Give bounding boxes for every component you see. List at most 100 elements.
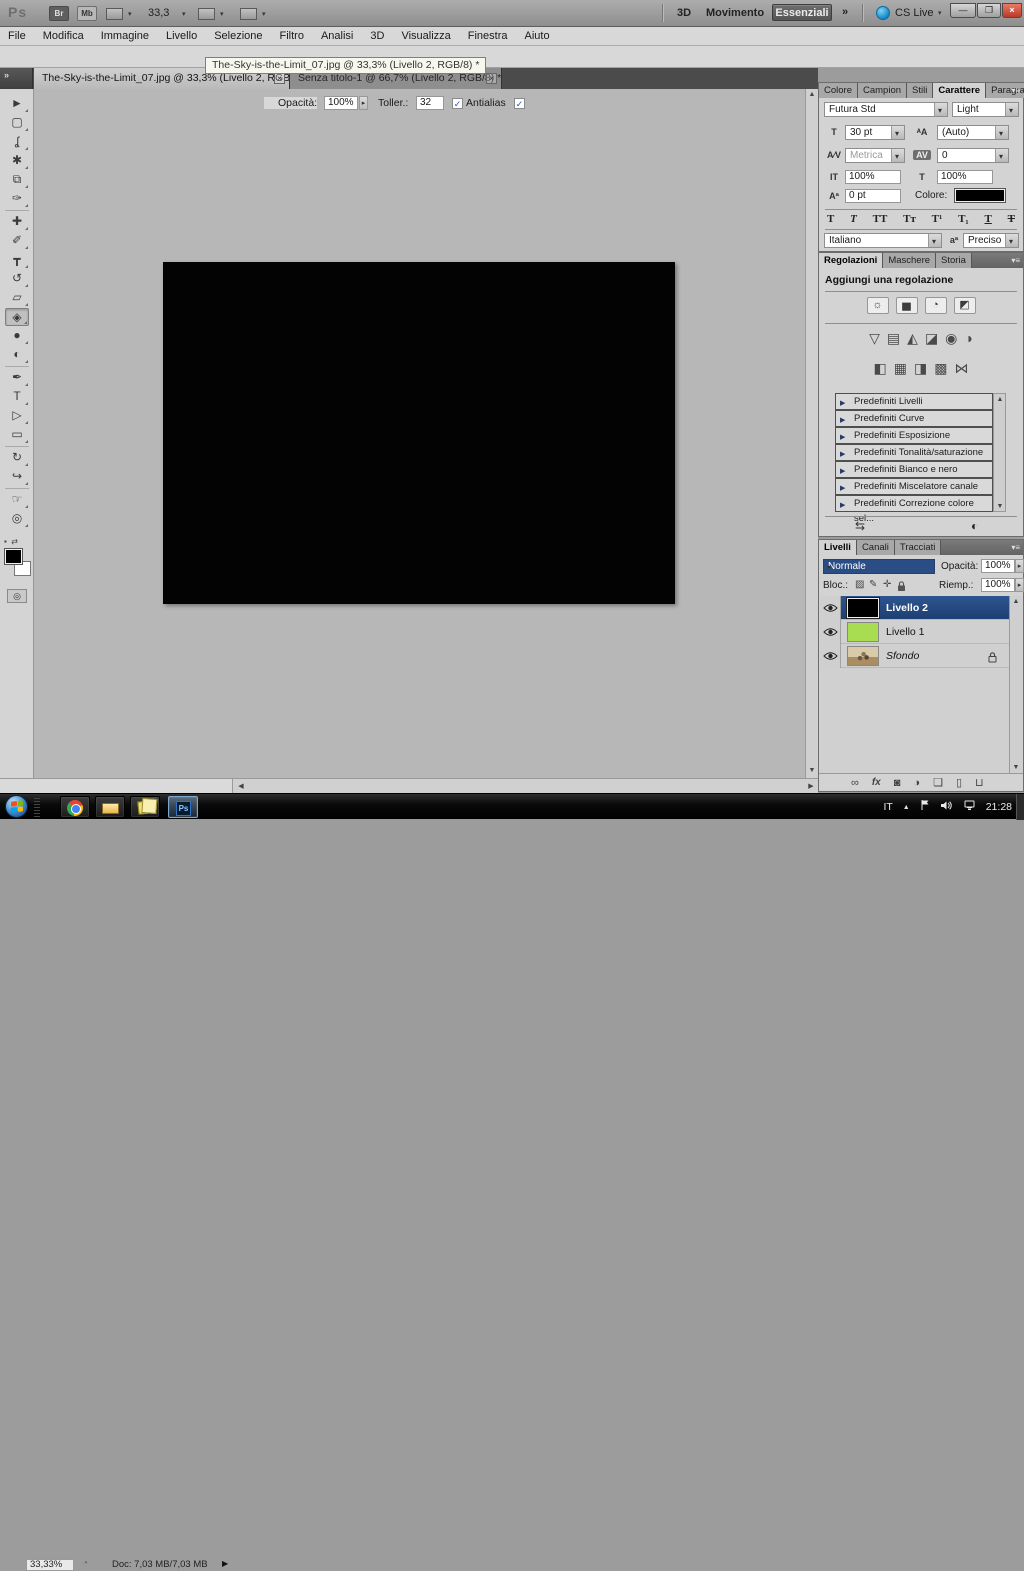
default-swap-colors[interactable]: ▪ ⇄ [4, 537, 30, 547]
workspace-movimento[interactable]: Movimento [706, 7, 764, 19]
layer-style-icon[interactable]: fx [872, 777, 881, 788]
scroll-left-icon[interactable]: ◀ [235, 781, 247, 793]
selective-color-icon[interactable]: ⋈ [954, 359, 968, 377]
dodge-tool[interactable]: ◐ [5, 346, 29, 364]
layer-row-sfondo[interactable]: Sfondo [820, 644, 1010, 668]
panel-menu-icon[interactable]: ▾≡ [1011, 543, 1020, 552]
curves-icon[interactable]: ◔ [925, 297, 947, 314]
clone-stamp-tool[interactable]: ┳ [5, 251, 29, 269]
action-center-flag-icon[interactable] [920, 798, 930, 816]
crop-tool[interactable]: ⧉ [5, 171, 29, 189]
menu-aiuto[interactable]: Aiuto [525, 30, 550, 42]
screen-mode-icon[interactable] [240, 8, 257, 20]
lock-paint-icon[interactable]: ✎ [869, 579, 877, 590]
roll-3d-tool[interactable]: ↪ [5, 468, 29, 486]
strikethrough-button[interactable]: T [1008, 213, 1015, 225]
layers-scrollbar[interactable]: ▲ ▼ [1009, 596, 1023, 774]
chevron-down-icon[interactable] [995, 149, 1008, 162]
kerning-select[interactable]: Metrica [845, 148, 905, 163]
vertical-scale-field[interactable]: 100% [845, 170, 901, 184]
chevron-down-icon[interactable] [1005, 234, 1018, 247]
workspace-overflow-button[interactable]: » [842, 6, 848, 18]
layers-opacity-spinner[interactable]: ▸ [1015, 559, 1024, 573]
contigui-checkbox[interactable]: ✓ [514, 98, 525, 109]
add-layer-mask-icon[interactable]: ◙ [894, 777, 901, 789]
menu-file[interactable]: File [8, 30, 26, 42]
hidden-icons-arrow-icon[interactable]: ▲ [903, 804, 910, 811]
eraser-tool[interactable]: ▱ [5, 289, 29, 307]
close-tab-icon[interactable]: × [274, 73, 285, 84]
zoom-tool[interactable]: ◎ [5, 510, 29, 528]
opacity-field[interactable]: 100% [324, 96, 358, 110]
antialias-checkbox[interactable]: ✓ [452, 98, 463, 109]
presets-scrollbar[interactable]: ▲ ▼ [993, 393, 1006, 512]
lock-position-icon[interactable]: ✛ [883, 579, 891, 590]
taskbar-chrome-button[interactable] [60, 796, 90, 818]
language-select[interactable]: Italiano [824, 233, 942, 248]
horizontal-scale-field[interactable]: 100% [937, 170, 993, 184]
horizontal-scrollbar[interactable]: ◀ ▶ [232, 778, 818, 793]
posterize-icon[interactable]: ▦ [894, 359, 907, 377]
threshold-icon[interactable]: ◨ [914, 359, 927, 377]
taskbar-photoshop-button[interactable]: Ps [168, 796, 198, 818]
brightness-contrast-icon[interactable]: ☼ [867, 297, 889, 314]
new-adjustment-layer-icon[interactable]: ◑ [913, 777, 920, 789]
tab-campioni[interactable]: Campion [858, 83, 907, 98]
clock[interactable]: 21:28 [986, 801, 1012, 813]
taskbar-notes-button[interactable] [130, 796, 160, 818]
pen-tool[interactable]: ✒ [5, 369, 29, 387]
opacity-spinner[interactable]: ▸ [359, 96, 368, 110]
panel-menu-icon[interactable]: ▾≡ [1011, 256, 1020, 265]
brush-tool[interactable]: ✐ [5, 232, 29, 250]
layer-thumbnail[interactable] [847, 646, 879, 666]
new-layer-icon[interactable]: ▯ [956, 776, 962, 789]
gradient-map-icon[interactable]: ▩ [934, 359, 947, 377]
faux-bold-button[interactable]: T [827, 213, 834, 225]
lock-all-icon[interactable] [897, 579, 906, 597]
arrange-arrow-icon[interactable]: ▾ [220, 10, 224, 18]
tracking-select[interactable]: 0 [937, 148, 1009, 163]
visibility-eye-icon[interactable] [820, 596, 841, 620]
shape-tool[interactable]: ▭ [5, 426, 29, 444]
layers-opacity-field[interactable]: 100% [981, 559, 1015, 573]
small-caps-button[interactable]: Tᴛ [903, 213, 916, 225]
cs-live-menu[interactable]: CS Live [895, 7, 934, 19]
exposure-icon[interactable]: ◩ [954, 297, 976, 314]
scroll-up-icon[interactable]: ▲ [806, 89, 818, 101]
delete-layer-icon[interactable]: ⊔ [975, 776, 984, 789]
view-extras-arrow-icon[interactable]: ▾ [128, 10, 132, 18]
menu-filtro[interactable]: Filtro [280, 30, 304, 42]
tab-maschere[interactable]: Maschere [883, 253, 936, 268]
type-tool[interactable]: T [5, 388, 29, 406]
tolerance-field[interactable]: 32 [416, 96, 444, 110]
invert-icon[interactable]: ◧ [874, 359, 887, 377]
lock-transparency-icon[interactable]: ▨ [855, 579, 864, 590]
status-menu-arrow-icon[interactable]: ▶ [222, 1559, 228, 1568]
preset-black-white[interactable]: Predefiniti Bianco e nero [835, 461, 993, 478]
scroll-down-icon[interactable]: ▼ [994, 501, 1006, 513]
anti-alias-select[interactable]: Preciso [963, 233, 1019, 248]
panel-menu-icon[interactable]: ▾≡ [1011, 86, 1020, 95]
vertical-scrollbar[interactable]: ▲ ▼ [805, 89, 818, 778]
paint-bucket-tool[interactable]: ◈ [5, 308, 29, 326]
eyedropper-tool[interactable]: ✑ [5, 190, 29, 208]
foreground-color-swatch[interactable] [5, 549, 22, 564]
fill-field[interactable]: 100% [981, 578, 1015, 592]
document-image[interactable] [163, 262, 675, 604]
view-extras-icon[interactable] [106, 8, 123, 20]
chevron-down-icon[interactable] [934, 103, 947, 116]
levels-icon[interactable]: ▅ [896, 297, 918, 314]
path-selection-tool[interactable]: ▷ [5, 407, 29, 425]
visibility-eye-icon[interactable] [820, 620, 841, 644]
faux-italic-button[interactable]: T [850, 213, 857, 225]
zoom-level-dropdown[interactable]: 33,3 [148, 7, 169, 19]
subscript-button[interactable]: T₁ [958, 213, 969, 225]
chevron-down-icon[interactable] [891, 126, 904, 139]
font-family-select[interactable]: Futura Std [824, 102, 948, 117]
preset-levels[interactable]: Predefiniti Livelli [835, 393, 993, 410]
vibrance-icon[interactable]: ▽ [869, 329, 880, 347]
chevron-down-icon[interactable] [1005, 103, 1018, 116]
channel-mixer-icon[interactable]: ◑ [964, 329, 972, 347]
menu-selezione[interactable]: Selezione [214, 30, 262, 42]
visibility-eye-icon[interactable] [820, 644, 841, 668]
